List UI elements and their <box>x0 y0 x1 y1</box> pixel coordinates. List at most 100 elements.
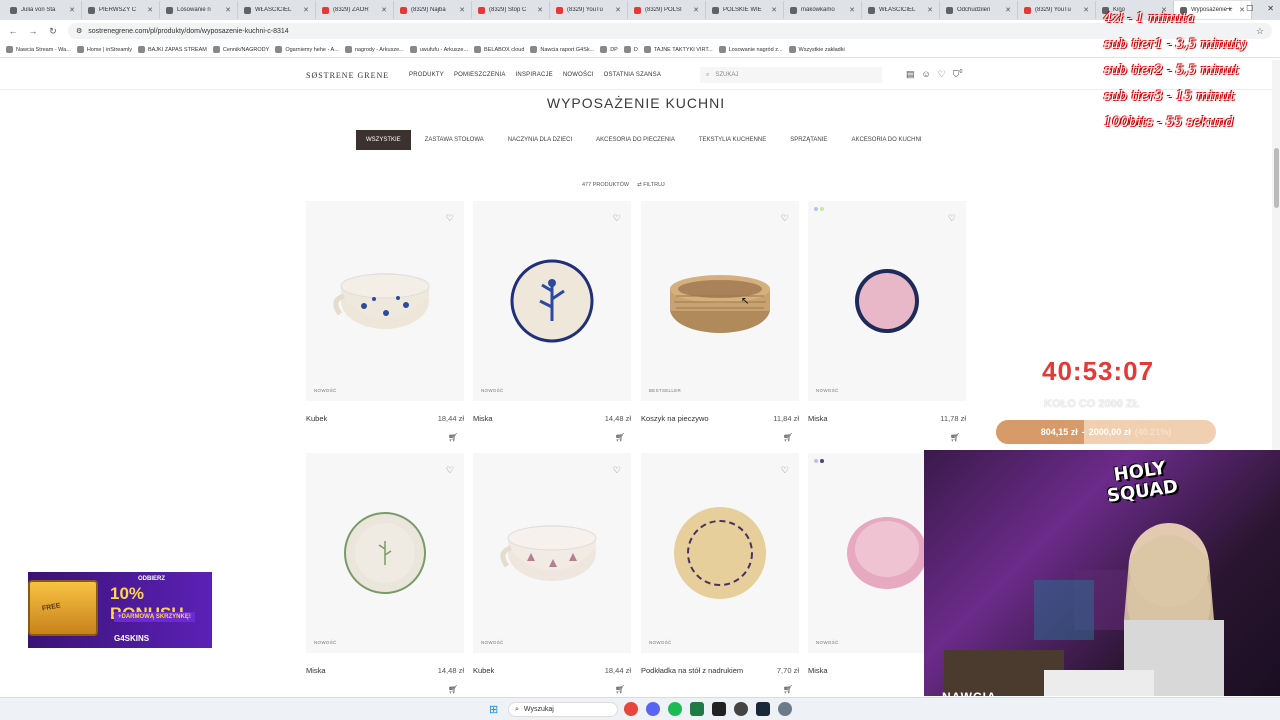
bookmark-item[interactable]: BELABOX cloud <box>474 46 524 53</box>
product-card[interactable]: ♡ NOWOŚĆ Podkładka na stół z nadrukiem 7,70… <box>641 453 799 694</box>
browser-tab[interactable]: (8329) Najba ✕ <box>394 1 472 19</box>
product-name[interactable]: Miska <box>306 666 326 675</box>
add-to-cart-icon[interactable]: 🛒︎ <box>448 685 458 694</box>
category-tab[interactable]: SPRZĄTANIE <box>780 130 838 150</box>
spotify-icon[interactable] <box>668 702 682 716</box>
bookmark-item[interactable]: Ogarniemy hehe - A... <box>275 46 339 53</box>
wishlist-heart-icon[interactable]: ♡ <box>446 465 454 476</box>
browser-tab[interactable]: (8329) ZAOR ✕ <box>316 1 394 19</box>
product-name[interactable]: Miska <box>808 666 828 675</box>
product-card[interactable]: ♡ NOWOŚĆ Kubek 18,44 zł 🛒︎ <box>473 453 631 694</box>
chrome-icon[interactable] <box>624 702 638 716</box>
wishlist-icon[interactable]: ♡ <box>938 69 946 80</box>
bookmark-item[interactable]: uwufufu - Arkusze... <box>409 46 468 53</box>
category-tab[interactable]: WSZYSTKIE <box>356 130 411 150</box>
swatch-dot[interactable] <box>820 459 824 463</box>
site-info-icon[interactable]: ⚙ <box>76 27 82 35</box>
tab-close-icon[interactable]: ✕ <box>693 6 699 14</box>
taskbar-search[interactable]: ⌕ Wyszukaj <box>508 702 618 717</box>
bookmark-item[interactable]: nagrody - Arkusze... <box>344 46 404 53</box>
settings-icon[interactable] <box>778 702 792 716</box>
product-image-wrapper[interactable]: ♡ NOWOŚĆ <box>306 201 464 401</box>
product-image-wrapper[interactable]: ♡ NOWOŚĆ <box>306 453 464 653</box>
swatch-dot[interactable] <box>814 459 818 463</box>
product-image-wrapper[interactable]: ♡ BESTSELLER <box>641 201 799 401</box>
tab-close-icon[interactable]: ✕ <box>459 6 465 14</box>
reload-icon[interactable]: ↻ <box>48 26 58 37</box>
excel-icon[interactable] <box>690 702 704 716</box>
category-tab[interactable]: AKCESORIA DO KUCHNI <box>841 130 932 150</box>
browser-tab[interactable]: WŁAŚCICIEL ✕ <box>862 1 940 19</box>
back-icon[interactable]: ← <box>8 26 18 36</box>
bookmark-item[interactable]: D <box>623 46 638 53</box>
tab-close-icon[interactable]: ✕ <box>927 6 933 14</box>
browser-tab[interactable]: Julia von Sta ✕ <box>4 1 82 19</box>
notion-icon[interactable] <box>712 702 726 716</box>
nav-item[interactable]: PRODUKTY <box>409 72 444 78</box>
wishlist-heart-icon[interactable]: ♡ <box>613 213 621 224</box>
add-to-cart-icon[interactable]: 🛒︎ <box>615 433 625 442</box>
product-name[interactable]: Miska <box>473 414 493 423</box>
product-image[interactable] <box>473 201 631 401</box>
tab-close-icon[interactable]: ✕ <box>1083 6 1089 14</box>
product-image[interactable] <box>306 201 464 401</box>
browser-tab[interactable]: (8329) POLSI ✕ <box>628 1 706 19</box>
site-logo[interactable]: SØSTRENE GRENE <box>306 71 389 80</box>
nav-item[interactable]: POMIESZCZENIA <box>454 72 506 78</box>
steam-icon[interactable] <box>756 702 770 716</box>
product-image[interactable] <box>473 453 631 653</box>
tab-close-icon[interactable]: ✕ <box>69 6 75 14</box>
category-tab[interactable]: AKCESORIA DO PIECZENIA <box>586 130 685 150</box>
sponsor-ad[interactable]: FREE ODBIERZ 10% BONUSU +DARMOWĄ SKRZYNK… <box>28 572 212 648</box>
url-field[interactable]: ⚙ sostrenegrene.com/pl/produkty/dom/wypo… <box>68 23 1272 39</box>
wishlist-heart-icon[interactable]: ♡ <box>781 213 789 224</box>
product-name[interactable]: Kubek <box>473 666 494 675</box>
account-icon[interactable]: ☺ <box>922 69 931 80</box>
scrollbar-thumb[interactable] <box>1274 148 1279 208</box>
bookmark-item[interactable]: Home | inStreamly <box>76 46 132 53</box>
bookmark-item[interactable]: Nawcia Stream - Wa... <box>6 46 71 53</box>
forward-icon[interactable]: → <box>28 26 38 36</box>
bookmark-item[interactable]: DP <box>600 46 618 53</box>
swatch-dot[interactable] <box>820 207 824 211</box>
wishlist-heart-icon[interactable]: ♡ <box>781 465 789 476</box>
category-tab[interactable]: NACZYNIA DLA DZIECI <box>497 130 583 150</box>
tab-close-icon[interactable]: ✕ <box>147 6 153 14</box>
add-to-cart-icon[interactable]: 🛒︎ <box>783 433 793 442</box>
tab-close-icon[interactable]: ✕ <box>225 6 231 14</box>
discord-icon[interactable] <box>646 702 660 716</box>
browser-tab[interactable]: WŁAŚCICIEL ✕ <box>238 1 316 19</box>
tab-close-icon[interactable]: ✕ <box>615 6 621 14</box>
tab-close-icon[interactable]: ✕ <box>537 6 543 14</box>
product-card[interactable]: ♡ NOWOŚĆ Miska 14,48 zł 🛒︎ <box>306 453 464 694</box>
nav-item[interactable]: OSTATNIA SZANSA <box>604 72 661 78</box>
store-icon[interactable]: ▤ <box>906 69 915 80</box>
product-name[interactable]: Kubek <box>306 414 327 423</box>
browser-tab[interactable]: (8329) Stop C ✕ <box>472 1 550 19</box>
nav-item[interactable]: INSPIRACJE <box>516 72 553 78</box>
obs-icon[interactable] <box>734 702 748 716</box>
tab-close-icon[interactable]: ✕ <box>771 6 777 14</box>
wishlist-heart-icon[interactable]: ♡ <box>948 213 956 224</box>
product-image-wrapper[interactable]: ♡ NOWOŚĆ <box>473 201 631 401</box>
bookmark-item[interactable]: TAJNE TAKTYKI VIRT... <box>643 46 713 53</box>
category-tab[interactable]: ZASTAWA STOŁOWA <box>414 130 494 150</box>
product-name[interactable]: Miska <box>808 414 828 423</box>
add-to-cart-icon[interactable]: 🛒︎ <box>783 685 793 694</box>
product-image[interactable] <box>306 453 464 653</box>
bookmark-item[interactable]: Losowanie nagród z... <box>718 46 783 53</box>
product-image-wrapper[interactable]: ♡ NOWOŚĆ <box>473 453 631 653</box>
windows-start-icon[interactable]: ⊞ <box>489 703 498 716</box>
add-to-cart-icon[interactable]: 🛒︎ <box>448 433 458 442</box>
browser-tab[interactable]: makowkamo ✕ <box>784 1 862 19</box>
tab-close-icon[interactable]: ✕ <box>381 6 387 14</box>
browser-tab[interactable]: PIERWSZY C ✕ <box>82 1 160 19</box>
product-card[interactable]: ♡ NOWOŚĆ Miska 14,48 zł 🛒︎ <box>473 201 631 442</box>
nav-item[interactable]: NOWOŚCI <box>563 72 594 78</box>
browser-tab[interactable]: Losowanie n ✕ <box>160 1 238 19</box>
product-card[interactable]: ♡ BESTSELLER Koszyk na pieczywo 11,84 zł 🛒︎ <box>641 201 799 442</box>
cart-icon[interactable]: ⛉0 <box>953 69 963 80</box>
browser-tab[interactable]: (8329) YouTu ✕ <box>1018 1 1096 19</box>
tab-close-icon[interactable]: ✕ <box>1005 6 1011 14</box>
product-image[interactable] <box>641 201 799 401</box>
